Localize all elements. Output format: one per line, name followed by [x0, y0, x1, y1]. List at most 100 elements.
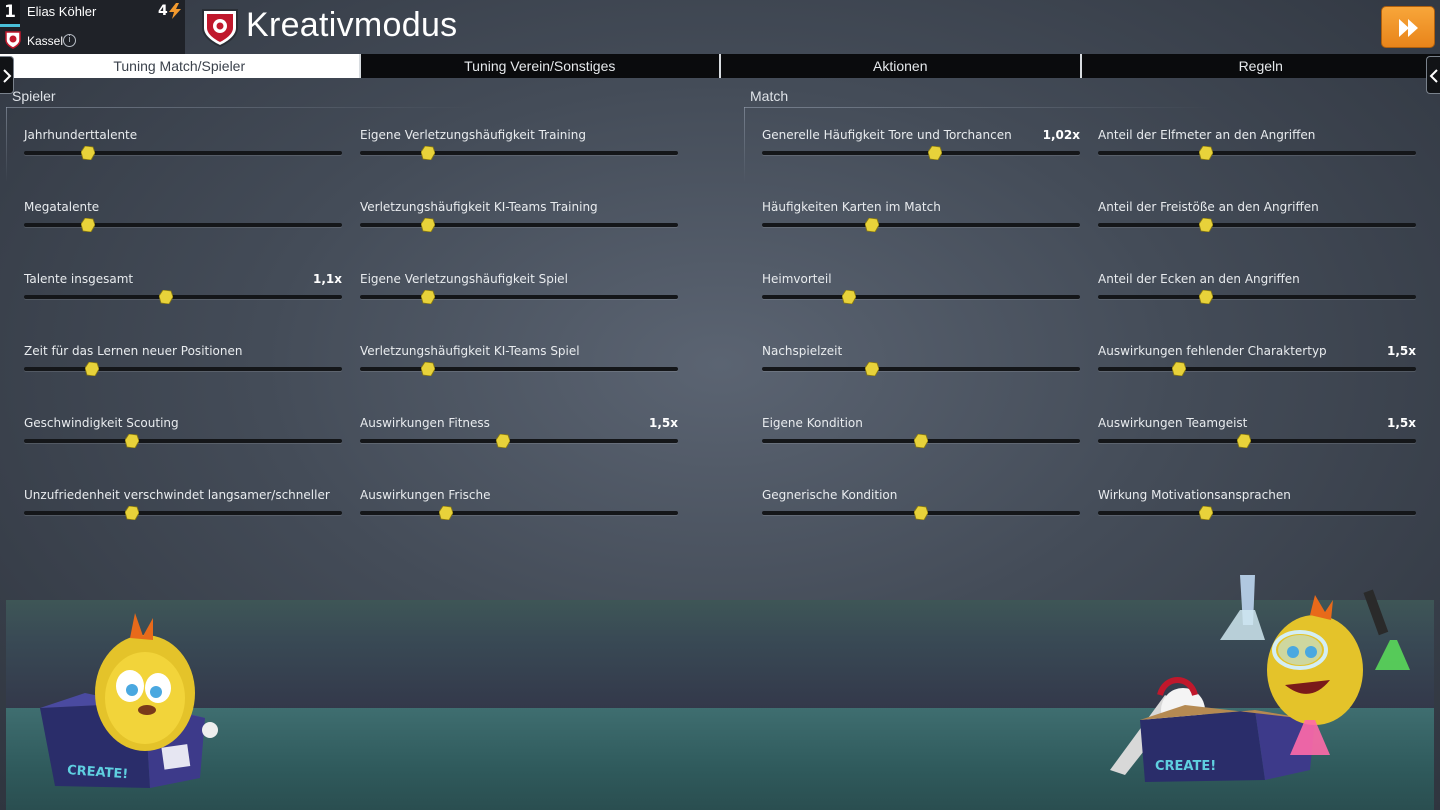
slider-handle[interactable] — [80, 146, 95, 160]
setting-slider-row: Eigene Kondition — [762, 416, 1080, 456]
setting-slider-row: Megatalente — [24, 200, 342, 240]
slider-handle[interactable] — [914, 506, 928, 520]
slider-handle[interactable] — [1237, 434, 1252, 448]
slider-handle[interactable] — [914, 434, 928, 448]
slider-track[interactable] — [1098, 511, 1416, 515]
slider-track[interactable] — [24, 439, 342, 443]
slider-handle[interactable] — [125, 434, 140, 448]
setting-label: Auswirkungen fehlender Charaktertyp — [1098, 344, 1327, 358]
mascot-create-box-illustration: CREATE! — [40, 613, 218, 788]
tab-tuning-match-spieler[interactable]: Tuning Match/Spieler — [0, 54, 359, 78]
section-divider — [744, 107, 1214, 108]
slider-track[interactable] — [1098, 367, 1416, 371]
setting-slider-row: Auswirkungen Frische — [360, 488, 678, 528]
info-icon[interactable]: i — [63, 34, 76, 47]
slider-handle[interactable] — [842, 290, 857, 304]
setting-value: 1,5x — [1387, 344, 1416, 358]
slider-track[interactable] — [24, 223, 342, 227]
setting-slider-row: Verletzungshäufigkeit KI-Teams Training — [360, 200, 678, 240]
tab-aktionen[interactable]: Aktionen — [719, 54, 1080, 78]
chevron-right-icon — [3, 69, 12, 83]
setting-label: Häufigkeiten Karten im Match — [762, 200, 941, 214]
setting-slider-row: Wirkung Motivationsansprachen — [1098, 488, 1416, 528]
setting-label: Eigene Verletzungshäufigkeit Spiel — [360, 272, 568, 286]
page-title: Kreativmodus — [246, 6, 458, 44]
slider-handle[interactable] — [1199, 218, 1214, 232]
mascot-laboratory-illustration: CREATE! — [1110, 575, 1410, 782]
slider-track[interactable] — [1098, 223, 1416, 227]
setting-slider-row: Zeit für das Lernen neuer Positionen — [24, 344, 342, 384]
setting-label: Anteil der Freistöße an den Angriffen — [1098, 200, 1319, 214]
slider-handle[interactable] — [1199, 146, 1214, 160]
setting-slider-row: Gegnerische Kondition — [762, 488, 1080, 528]
slider-track[interactable] — [24, 295, 342, 299]
slider-track[interactable] — [762, 151, 1080, 155]
setting-label: Auswirkungen Fitness — [360, 416, 490, 430]
slider-track[interactable] — [360, 295, 678, 299]
slider-handle[interactable] — [85, 362, 100, 376]
slider-handle[interactable] — [864, 218, 879, 232]
slider-handle[interactable] — [1199, 506, 1214, 520]
slider-track[interactable] — [1098, 151, 1416, 155]
slider-handle[interactable] — [125, 506, 140, 520]
slider-track[interactable] — [360, 223, 678, 227]
slider-handle[interactable] — [158, 290, 173, 304]
slider-track[interactable] — [24, 511, 342, 515]
club-crest-icon — [5, 31, 21, 49]
fast-forward-icon — [1399, 19, 1418, 37]
setting-slider-row: Anteil der Elfmeter an den Angriffen — [1098, 128, 1416, 168]
slider-handle[interactable] — [80, 218, 95, 232]
tab-regeln[interactable]: Regeln — [1079, 54, 1440, 78]
slider-track[interactable] — [360, 367, 678, 371]
slider-handle[interactable] — [421, 146, 436, 160]
slider-handle[interactable] — [421, 362, 436, 376]
setting-label: Anteil der Elfmeter an den Angriffen — [1098, 128, 1316, 142]
setting-label: Gegnerische Kondition — [762, 488, 898, 502]
slider-handle[interactable] — [1172, 362, 1187, 376]
slider-track[interactable] — [762, 295, 1080, 299]
setting-slider-row: Heimvorteil — [762, 272, 1080, 312]
slider-handle[interactable] — [1199, 290, 1214, 304]
slider-track[interactable] — [24, 151, 342, 155]
setting-slider-row: Auswirkungen Teamgeist 1,5x — [1098, 416, 1416, 456]
section-title-match: Match — [750, 88, 789, 104]
slider-handle[interactable] — [864, 362, 879, 376]
slider-track[interactable] — [360, 439, 678, 443]
create-box-label: CREATE! — [1155, 759, 1216, 774]
slider-handle[interactable] — [928, 146, 943, 160]
continue-button[interactable] — [1381, 6, 1435, 48]
setting-label: Eigene Kondition — [762, 416, 863, 430]
setting-slider-row: Jahrhunderttalente — [24, 128, 342, 168]
manager-name: Elias Köhler — [27, 4, 97, 19]
slider-track[interactable] — [360, 151, 678, 155]
setting-label: Nachspielzeit — [762, 344, 843, 358]
slider-track[interactable] — [1098, 439, 1416, 443]
slider-handle[interactable] — [438, 506, 453, 520]
lightning-bolt-icon — [169, 3, 181, 19]
slider-track[interactable] — [762, 367, 1080, 371]
section-divider — [6, 107, 7, 182]
setting-label: Unzufriedenheit verschwindet langsamer/s… — [24, 488, 330, 502]
section-divider — [744, 107, 745, 182]
slider-handle[interactable] — [496, 434, 511, 448]
setting-slider-row: Auswirkungen Fitness 1,5x — [360, 416, 678, 456]
setting-label: Auswirkungen Frische — [360, 488, 491, 502]
setting-label: Auswirkungen Teamgeist — [1098, 416, 1248, 430]
setting-slider-row: Geschwindigkeit Scouting — [24, 416, 342, 456]
slider-track[interactable] — [1098, 295, 1416, 299]
setting-label: Heimvorteil — [762, 272, 832, 286]
slider-track[interactable] — [24, 367, 342, 371]
slider-handle[interactable] — [421, 290, 436, 304]
slider-track[interactable] — [762, 223, 1080, 227]
right-side-panel-toggle[interactable] — [1426, 56, 1440, 94]
manager-profile-box[interactable]: 1 Elias Köhler 4 Kassel i — [0, 0, 185, 54]
slider-handle[interactable] — [421, 218, 436, 232]
setting-slider-row: Eigene Verletzungshäufigkeit Spiel — [360, 272, 678, 312]
slider-track[interactable] — [360, 511, 678, 515]
manager-points: 4 — [158, 3, 168, 19]
tab-tuning-verein-sonstiges[interactable]: Tuning Verein/Sonstiges — [358, 54, 720, 78]
setting-slider-row: Unzufriedenheit verschwindet langsamer/s… — [24, 488, 342, 528]
tab-bar: Tuning Match/Spieler Tuning Verein/Sonst… — [0, 54, 1440, 78]
setting-label: Verletzungshäufigkeit KI-Teams Spiel — [360, 344, 580, 358]
setting-value: 1,1x — [313, 272, 342, 286]
